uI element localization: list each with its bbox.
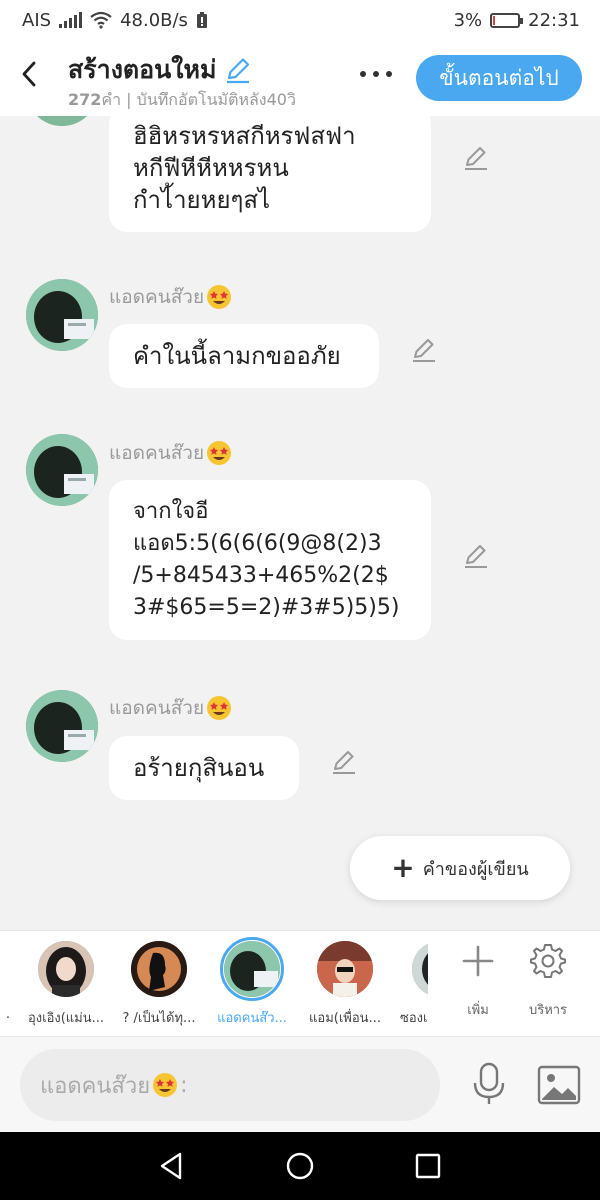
avatar[interactable] [26, 434, 98, 506]
edit-message-icon[interactable] [410, 336, 438, 364]
character-name: แอดคนส๊ว... [217, 1011, 287, 1026]
message-author: แอดคนส๊วย [109, 438, 232, 468]
avatar[interactable] [26, 279, 98, 351]
star-struck-emoji-icon [207, 441, 232, 465]
plus-icon [462, 945, 494, 977]
star-struck-emoji-icon [207, 285, 232, 309]
character-name: ? /เป็นได้ทุ... [122, 1011, 196, 1026]
nav-recents-icon[interactable] [412, 1150, 444, 1182]
character-name: อุงเอิง(แม่น... [27, 1011, 105, 1026]
nav-home-icon[interactable] [284, 1150, 316, 1182]
character-name: . [5, 1007, 10, 1022]
gear-icon [530, 944, 566, 978]
back-button[interactable] [14, 56, 44, 92]
page-title-text: สร้างตอนใหม่ [68, 55, 217, 84]
character-item[interactable]: . [0, 941, 10, 1022]
signal-icon [59, 12, 83, 28]
battery-icon [490, 12, 524, 28]
avatar [220, 937, 284, 1001]
message-bubble[interactable]: จากใจอี แอด5:5(6(6(6(9@8(2)3 /5+845433+4… [109, 480, 431, 640]
page-title[interactable]: สร้างตอนใหม่ [68, 50, 252, 90]
image-icon[interactable] [536, 1063, 582, 1107]
manage-characters-button[interactable]: บริหาร [518, 941, 578, 1020]
clock: 22:31 [528, 9, 580, 31]
nav-back-icon[interactable] [156, 1150, 188, 1182]
character-bar[interactable]: . อุงเอิง(แม่น... ? /เป็นได้ทุ... แอดคนส… [0, 930, 600, 1036]
chat-area[interactable]: ฮิฮิหรหรหสกีหรฟสฟา หกีฟีหีหีหหรหน กำไ้าย… [0, 116, 600, 930]
avatar [317, 941, 373, 997]
edit-message-icon[interactable] [462, 542, 490, 570]
word-count-autosave: 272คำ | บันทึกอัตโนมัติหลัง40วิ [68, 88, 296, 113]
microphone-icon[interactable] [466, 1061, 512, 1107]
star-struck-emoji-icon [207, 696, 232, 720]
avatar[interactable] [26, 116, 98, 126]
battery-percent: 3% [453, 9, 483, 31]
system-nav-bar [0, 1132, 600, 1200]
add-character-button[interactable]: เพิ่ม [448, 941, 508, 1020]
plus-icon: + [391, 851, 415, 884]
composer: แอดคนส๊วย : [0, 1036, 600, 1132]
message-bubble[interactable]: อร้ายกุสินอน [109, 736, 299, 800]
battery-saver-icon [196, 12, 207, 28]
next-step-button[interactable]: ขั้นตอนต่อไป [416, 55, 582, 101]
autosave-text: คำ | บันทึกอัตโนมัติหลัง40วิ [101, 90, 296, 109]
avatar [131, 941, 187, 997]
character-item[interactable]: อุงเอิง(แม่น... [21, 941, 111, 1028]
edit-title-icon[interactable] [224, 56, 252, 84]
author-note-button[interactable]: + คำของผู้เขียน [350, 836, 570, 900]
star-struck-emoji-icon [153, 1073, 178, 1097]
avatar [412, 941, 428, 997]
character-item[interactable]: แอดคนส๊ว... [207, 937, 297, 1028]
app-header: สร้างตอนใหม่ 272คำ | บันทึกอัตโนมัติหลัง… [0, 40, 600, 116]
manage-characters-label: บริหาร [528, 1003, 568, 1018]
character-item[interactable]: ซองเ [376, 941, 428, 1028]
edit-message-icon[interactable] [330, 748, 358, 776]
status-bar: AIS 48.0B/s 3% 22:31 [0, 0, 600, 40]
character-item[interactable]: ? /เป็นได้ทุ... [114, 941, 204, 1028]
back-arrow-icon [22, 61, 36, 87]
avatar [38, 941, 94, 997]
message-bubble[interactable]: ฮิฮิหรหรหสกีหรฟสฟา หกีฟีหีหีหหรหน กำไ้าย… [109, 116, 431, 232]
message-input-placeholder: แอดคนส๊วย [40, 1073, 151, 1099]
carrier-label: AIS [22, 9, 52, 31]
character-name: ซองเ [400, 1011, 428, 1026]
network-speed: 48.0B/s [120, 9, 188, 31]
add-character-label: เพิ่ม [467, 1003, 489, 1018]
more-options-button[interactable] [356, 60, 396, 88]
message-input-suffix: : [180, 1072, 188, 1098]
word-count: 272 [68, 90, 102, 109]
author-note-label: คำของผู้เขียน [422, 858, 529, 880]
message-input[interactable]: แอดคนส๊วย : [20, 1049, 440, 1121]
avatar[interactable] [26, 690, 98, 762]
wifi-icon [90, 11, 112, 29]
edit-message-icon[interactable] [462, 144, 490, 172]
message-author: แอดคนส๊วย [109, 693, 232, 723]
message-bubble[interactable]: คำในนี้ลามกขออภัย [109, 324, 379, 388]
message-author: แอดคนส๊วย [109, 282, 232, 312]
